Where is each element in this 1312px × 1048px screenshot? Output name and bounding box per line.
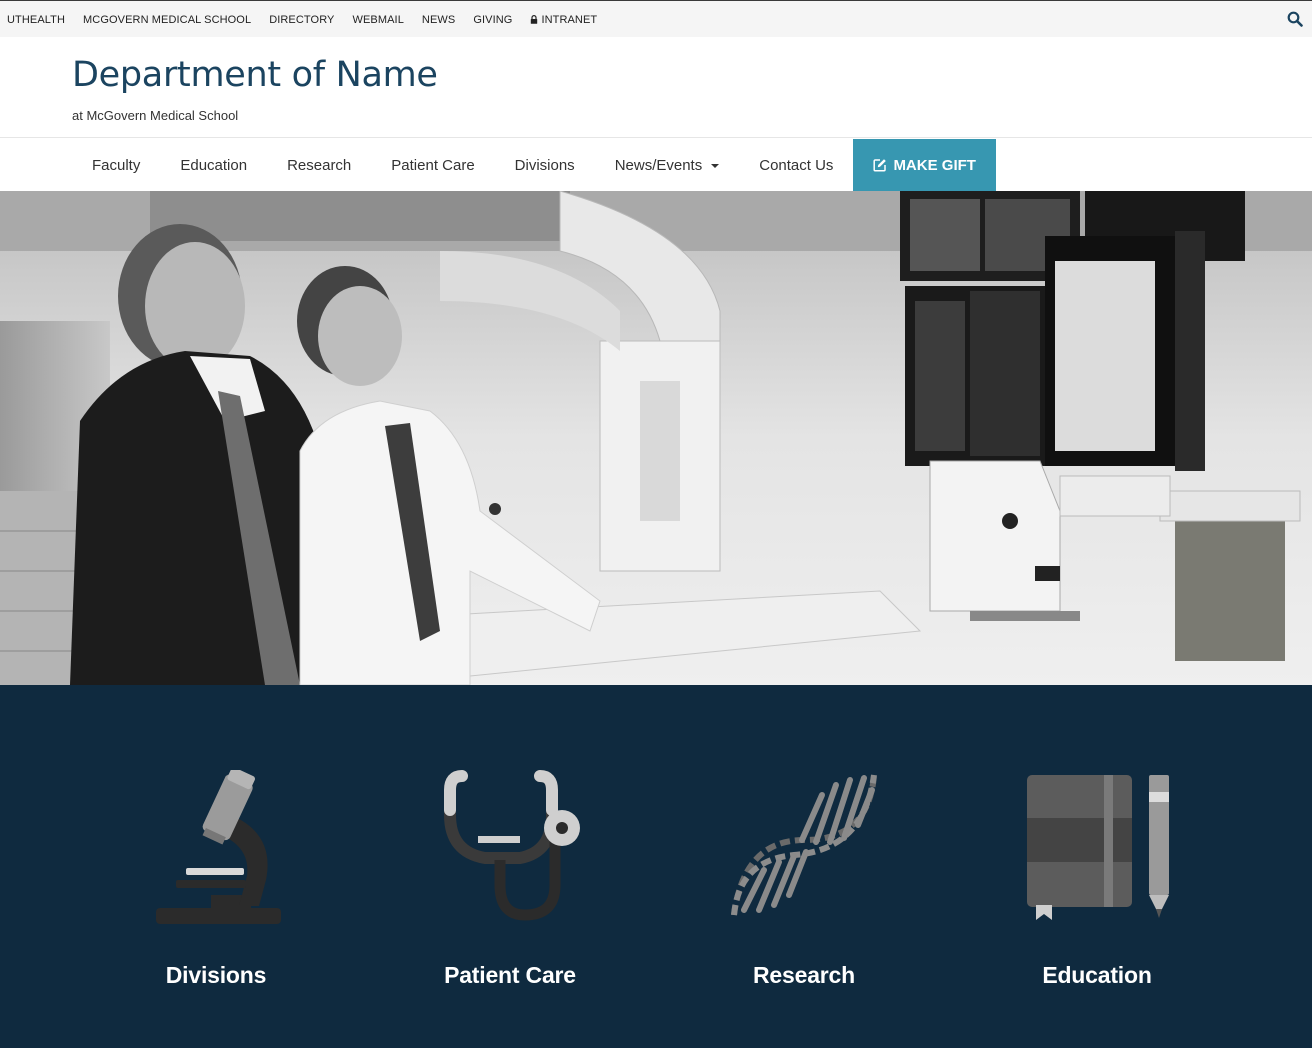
utility-link-giving[interactable]: GIVING: [473, 14, 512, 26]
dna-icon: [731, 774, 877, 916]
caret-down-icon: [711, 164, 720, 168]
quick-link-divisions-label: Divisions: [165, 962, 267, 988]
nav-item-divisions[interactable]: Divisions: [495, 139, 595, 191]
notebook-pencil-icon: [1027, 775, 1169, 920]
microscope-icon: [156, 770, 281, 924]
quick-link-education[interactable]: Education: [977, 685, 1217, 1048]
lock-icon: [531, 15, 538, 24]
quick-link-research-label: Research: [753, 962, 855, 988]
stethoscope-icon: [444, 770, 580, 921]
hero-image: [0, 191, 1312, 685]
utility-link-news[interactable]: NEWS: [422, 14, 455, 26]
utility-link-intranet[interactable]: INTRANET: [530, 14, 597, 26]
quick-link-education-label: Education: [1042, 962, 1152, 988]
quick-links-section: Divisions Patient Care Research Educatio…: [0, 685, 1312, 1048]
utility-link-mcgovern[interactable]: MCGOVERN MEDICAL SCHOOL: [83, 14, 251, 26]
make-gift-button[interactable]: MAKE GIFT: [853, 139, 996, 191]
site-subtitle: at McGovern Medical School: [72, 108, 239, 123]
quick-link-divisions[interactable]: Divisions: [96, 685, 336, 1048]
nav-item-patient-care[interactable]: Patient Care: [371, 139, 494, 191]
nav-item-news-events-label: News/Events: [614, 156, 703, 174]
nav-item-contact-us[interactable]: Contact Us: [739, 139, 853, 191]
quick-link-research[interactable]: Research: [684, 685, 924, 1048]
site-header: Department of Name at McGovern Medical S…: [0, 37, 1312, 138]
utility-bar: UTHEALTH MCGOVERN MEDICAL SCHOOL DIRECTO…: [0, 0, 1312, 37]
quick-link-patient-care-label: Patient Care: [444, 962, 576, 988]
nav-item-education[interactable]: Education: [160, 139, 267, 191]
utility-link-uthealth[interactable]: UTHEALTH: [7, 14, 65, 26]
quick-link-patient-care[interactable]: Patient Care: [390, 685, 630, 1048]
utility-links: UTHEALTH MCGOVERN MEDICAL SCHOOL DIRECTO…: [7, 1, 615, 38]
nav-item-research[interactable]: Research: [267, 139, 371, 191]
utility-link-webmail[interactable]: WEBMAIL: [352, 14, 403, 26]
make-gift-label: MAKE GIFT: [893, 156, 976, 174]
nav-item-news-events[interactable]: News/Events: [595, 139, 740, 191]
site-title[interactable]: Department of Name: [72, 55, 438, 95]
edit-icon: [873, 159, 887, 172]
search-icon[interactable]: [1287, 11, 1303, 27]
nav-list: Faculty Education Research Patient Care …: [72, 139, 996, 191]
hero-photo: [0, 191, 1312, 685]
utility-link-intranet-label: INTRANET: [541, 13, 598, 26]
nav-item-faculty[interactable]: Faculty: [72, 139, 160, 191]
main-nav: Faculty Education Research Patient Care …: [0, 139, 1312, 191]
utility-link-directory[interactable]: DIRECTORY: [269, 14, 334, 26]
